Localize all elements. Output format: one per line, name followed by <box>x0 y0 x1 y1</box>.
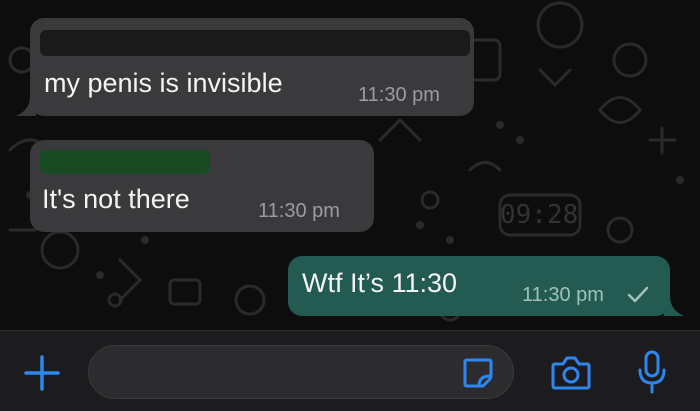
message-bubble-incoming[interactable]: It's not there 11:30 pm <box>30 140 374 232</box>
voice-message-button[interactable] <box>630 347 674 397</box>
message-bubble-outgoing[interactable]: Wtf It’s 11:30 11:30 pm <box>288 256 670 316</box>
bubble-tail <box>664 296 684 316</box>
add-attachment-button[interactable] <box>18 349 66 397</box>
bubble-tail <box>16 96 36 116</box>
message-text: Wtf It’s 11:30 <box>302 268 458 298</box>
message-text: It's not there <box>42 184 190 214</box>
svg-text:09:28: 09:28 <box>500 200 578 230</box>
microphone-icon <box>638 350 666 394</box>
camera-button[interactable] <box>548 351 594 395</box>
redacted-sender-name <box>40 30 470 56</box>
sticker-icon <box>463 358 493 388</box>
chat-area[interactable]: 09:28 my penis is invisible 11:30 pm It'… <box>0 0 700 330</box>
camera-icon <box>551 356 591 390</box>
message-time: 11:30 pm <box>522 284 604 306</box>
message-bubble-incoming[interactable]: my penis is invisible 11:30 pm <box>30 18 474 116</box>
message-text: my penis is invisible <box>44 68 283 98</box>
message-input-bar <box>0 330 700 411</box>
message-time: 11:30 pm <box>358 84 440 106</box>
message-input[interactable] <box>88 345 514 399</box>
sticker-button[interactable] <box>459 354 497 392</box>
plus-icon <box>24 355 60 391</box>
redacted-sender-name <box>40 150 210 174</box>
message-time: 11:30 pm <box>258 200 340 222</box>
checkmark-icon <box>627 286 649 303</box>
